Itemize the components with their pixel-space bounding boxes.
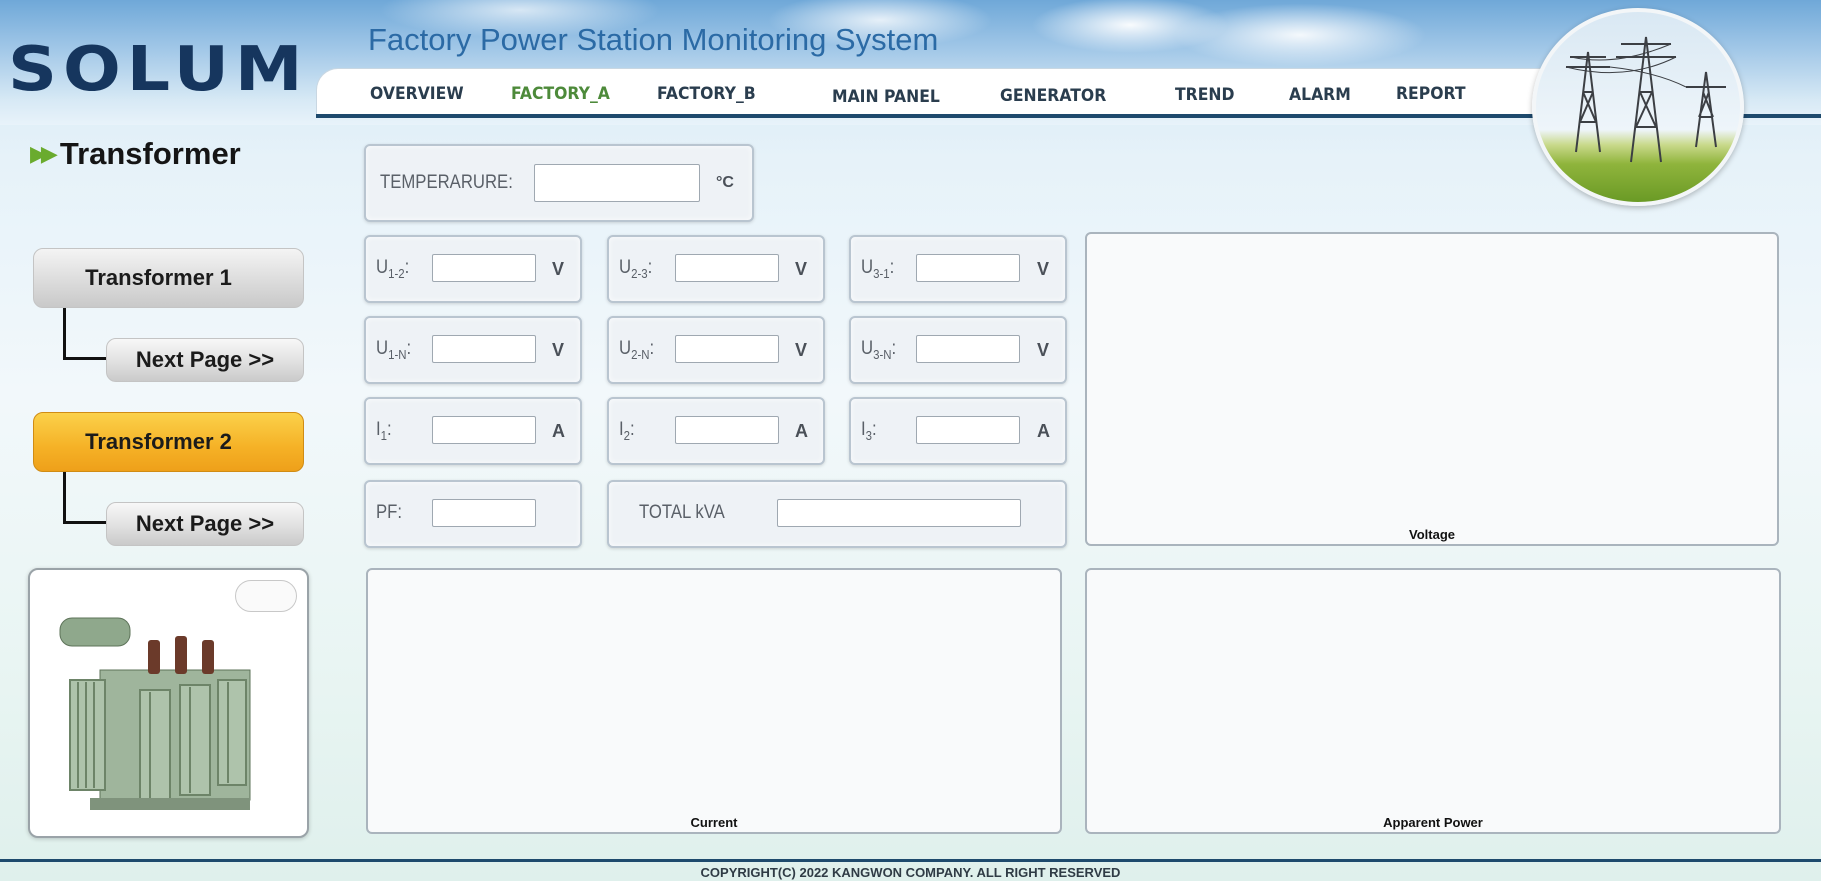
u23-unit: V: [795, 259, 808, 279]
current-chart: Current: [366, 568, 1062, 834]
i3-unit: A: [1037, 421, 1050, 441]
tree-connector-1: [63, 308, 107, 360]
i1-unit: A: [552, 421, 565, 441]
total-kva-field[interactable]: [777, 499, 1021, 527]
voltage-chart-label: Voltage: [1409, 527, 1455, 542]
i1-label: I1:: [376, 419, 392, 443]
temperature-field[interactable]: [534, 164, 700, 202]
u23-field[interactable]: [675, 254, 779, 282]
transformer-2-button[interactable]: Transformer 2: [33, 412, 304, 472]
u3n-unit: V: [1037, 340, 1050, 360]
u2n-field[interactable]: [675, 335, 779, 363]
u31-field[interactable]: [916, 254, 1020, 282]
i3-panel: I3: A: [849, 397, 1067, 465]
next-page-button-1[interactable]: Next Page >>: [106, 338, 304, 382]
nav-generator[interactable]: GENERATOR: [1000, 86, 1106, 106]
i2-panel: I2: A: [607, 397, 825, 465]
total-kva-panel: TOTAL kVA: [607, 480, 1067, 548]
u2n-panel: U2-N: V: [607, 316, 825, 384]
u2n-unit: V: [795, 340, 808, 360]
voltage-chart: Voltage: [1085, 232, 1779, 546]
u12-unit: V: [552, 259, 565, 279]
i1-field[interactable]: [432, 416, 536, 444]
nav-factory-a[interactable]: FACTORY_A: [511, 84, 610, 104]
i2-label: I2:: [619, 419, 635, 443]
i2-field[interactable]: [675, 416, 779, 444]
u1n-label: U1-N:: [376, 338, 412, 362]
pf-panel: PF:: [364, 480, 582, 548]
i3-label: I3:: [861, 419, 877, 443]
i2-unit: A: [795, 421, 808, 441]
u12-panel: U1-2: V: [364, 235, 582, 303]
section-title-text: Transformer: [59, 136, 241, 171]
power-tower-photo: [1532, 8, 1744, 206]
temperature-unit: °C: [716, 174, 734, 191]
nav-report[interactable]: REPORT: [1396, 84, 1466, 104]
u31-label: U3-1:: [861, 257, 895, 281]
next-page-button-2[interactable]: Next Page >>: [106, 502, 304, 546]
nav-factory-b[interactable]: FACTORY_B: [657, 84, 756, 104]
u23-panel: U2-3: V: [607, 235, 825, 303]
nav-main-panel[interactable]: MAIN PANEL: [832, 87, 940, 107]
u1n-field[interactable]: [432, 335, 536, 363]
pf-field[interactable]: [432, 499, 536, 527]
footer-divider: [0, 859, 1821, 862]
u2n-label: U2-N:: [619, 338, 655, 362]
u3n-field[interactable]: [916, 335, 1020, 363]
app-title: Factory Power Station Monitoring System: [368, 22, 939, 57]
u3n-panel: U3-N: V: [849, 316, 1067, 384]
u12-field[interactable]: [432, 254, 536, 282]
transformer-photo: [28, 568, 309, 838]
nav-trend[interactable]: TREND: [1175, 85, 1234, 105]
u1n-unit: V: [552, 340, 565, 360]
u3n-label: U3-N:: [861, 338, 897, 362]
nav-overview[interactable]: OVERVIEW: [370, 84, 464, 104]
double-arrow-icon: ▶▶: [30, 141, 58, 166]
footer-copyright: COPYRIGHT(C) 2022 KANGWON COMPANY. ALL R…: [700, 865, 1121, 880]
section-title: ▶▶ Transformer: [30, 136, 241, 172]
temperature-label: TEMPERARURE:: [380, 172, 513, 193]
u23-label: U2-3:: [619, 257, 653, 281]
i1-panel: I1: A: [364, 397, 582, 465]
u12-label: U1-2:: [376, 257, 410, 281]
total-kva-label: TOTAL kVA: [639, 502, 725, 523]
u31-unit: V: [1037, 259, 1050, 279]
u1n-panel: U1-N: V: [364, 316, 582, 384]
i3-field[interactable]: [916, 416, 1020, 444]
transformer-1-button[interactable]: Transformer 1: [33, 248, 304, 308]
tree-connector-2: [63, 472, 107, 524]
u31-panel: U3-1: V: [849, 235, 1067, 303]
solum-logo: SOLUM: [8, 34, 309, 106]
apparent-power-chart-label: Apparent Power: [1383, 815, 1483, 830]
temperature-panel: TEMPERARURE: °C: [364, 144, 754, 222]
apparent-power-chart: Apparent Power: [1085, 568, 1781, 834]
image-toggle[interactable]: [235, 580, 297, 612]
current-chart-label: Current: [690, 815, 738, 830]
pf-label: PF:: [376, 502, 403, 523]
nav-alarm[interactable]: ALARM: [1289, 85, 1351, 105]
power-tower-icon: [1565, 36, 1726, 163]
